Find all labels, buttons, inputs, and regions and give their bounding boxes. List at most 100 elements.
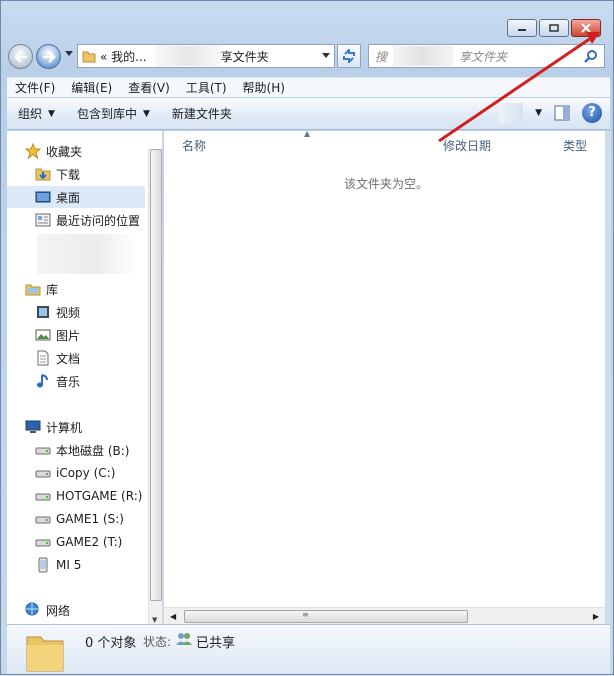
menu-help[interactable]: 帮助(H) [235, 78, 293, 98]
close-icon [581, 23, 591, 33]
redacted-search-text [393, 46, 454, 66]
sidebar-item-drive-t[interactable]: GAME2 (T:) [35, 531, 122, 553]
menu-view[interactable]: 查看(V) [120, 78, 178, 98]
address-dropdown-icon[interactable] [322, 53, 330, 59]
recent-places-icon [35, 212, 51, 228]
chevron-down-icon: ▼ [142, 108, 150, 119]
document-icon [35, 350, 51, 366]
view-dropdown-icon[interactable]: ▼ [535, 108, 542, 118]
maximize-button[interactable] [539, 19, 569, 37]
sidebar-item-documents[interactable]: 文档 [35, 347, 80, 369]
sidebar-item-label: 本地磁盘 (B:) [56, 443, 130, 458]
sidebar-item-phone[interactable]: MI 5 [35, 554, 81, 576]
breadcrumb-current[interactable]: 享文件夹 [221, 48, 269, 65]
scroll-left-arrow-icon[interactable]: ◀ [170, 612, 176, 621]
drive-icon [35, 511, 51, 527]
video-icon [35, 304, 51, 320]
history-dropdown-icon[interactable] [65, 51, 73, 57]
sidebar-item-pictures[interactable]: 图片 [35, 324, 80, 346]
sidebar-libraries[interactable]: 库 [25, 278, 58, 300]
column-header-name[interactable]: 名称 [182, 137, 206, 154]
sidebar-network[interactable]: 网络 [25, 599, 70, 621]
details-pane: 0 个对象 状态: 已共享 [7, 624, 610, 674]
horizontal-scroll-thumb[interactable] [184, 610, 468, 623]
sidebar-computer[interactable]: 计算机 [25, 416, 82, 438]
menu-file[interactable]: 文件(F) [7, 78, 63, 98]
sidebar-item-drive-r[interactable]: HOTGAME (R:) [35, 485, 142, 507]
state-label: 状态: [143, 635, 172, 649]
search-placeholder-end: 享文件夹 [459, 49, 508, 64]
scroll-down-arrow-icon[interactable]: ▼ [152, 616, 157, 624]
sidebar-scrollbar[interactable]: ▼ [148, 149, 162, 626]
include-in-library-label: 包含到库中 [76, 107, 137, 121]
column-header-modified[interactable]: 修改日期 [443, 137, 491, 154]
sidebar-item-videos[interactable]: 视频 [35, 301, 80, 323]
sidebar-item-drive-c[interactable]: iCopy (C:) [35, 462, 115, 484]
search-icon[interactable] [584, 49, 598, 63]
download-folder-icon [35, 166, 51, 182]
refresh-button[interactable] [337, 44, 361, 68]
sidebar-item-drive-b[interactable]: 本地磁盘 (B:) [35, 439, 129, 461]
sidebar-item-label: 图片 [56, 328, 81, 343]
object-count: 0 个对象 [85, 636, 137, 651]
maximize-icon [549, 24, 559, 32]
forward-button[interactable] [36, 44, 61, 69]
computer-icon [25, 419, 41, 435]
close-button[interactable] [571, 19, 601, 37]
menu-bar: 文件(F) 编辑(E) 查看(V) 工具(T) 帮助(H) [7, 77, 610, 97]
organize-button[interactable]: 组织 ▼ [7, 98, 66, 130]
forward-arrow-icon [42, 50, 56, 63]
search-box[interactable]: 搜 享文件夹 [368, 44, 605, 68]
sidebar-item-label: GAME1 (S:) [56, 512, 124, 526]
explorer-window: « 我的... 享文件夹 搜 享文件夹 文件(F) 编辑(E) 查看(V) 工具… [0, 0, 614, 675]
sidebar-item-recent[interactable]: 最近访问的位置 [35, 209, 140, 231]
sidebar-libraries-label: 库 [46, 282, 59, 297]
address-bar[interactable]: « 我的... 享文件夹 [77, 44, 335, 68]
desktop-icon [35, 189, 51, 205]
change-view-button[interactable] [499, 103, 524, 123]
navigation-pane: 收藏夹 下载 桌面 最近访问的位置 库 视频 图片 文档 音乐 计算机 本地磁盘… [7, 131, 163, 626]
back-arrow-icon [13, 50, 27, 63]
sidebar-computer-label: 计算机 [46, 420, 83, 435]
sidebar-item-label: 文档 [56, 351, 81, 366]
redacted-breadcrumb [154, 46, 221, 66]
horizontal-scrollbar[interactable]: ◀ ≡ ▶ [164, 607, 605, 624]
drive-icon [35, 465, 51, 481]
sidebar-item-desktop[interactable]: 桌面 [7, 186, 145, 208]
refresh-icon [343, 49, 355, 63]
shared-users-icon [176, 633, 192, 645]
back-button[interactable] [8, 44, 33, 69]
sidebar-favorites[interactable]: 收藏夹 [25, 140, 82, 162]
library-icon [25, 281, 41, 297]
preview-pane-icon[interactable] [554, 105, 570, 121]
sidebar-item-label: GAME2 (T:) [56, 535, 123, 549]
sidebar-item-label: MI 5 [56, 558, 82, 572]
sidebar-item-drive-s[interactable]: GAME1 (S:) [35, 508, 124, 530]
drive-icon [35, 442, 51, 458]
chevron-down-icon: ▼ [48, 108, 55, 119]
menu-edit[interactable]: 编辑(E) [63, 78, 120, 98]
scroll-right-arrow-icon[interactable]: ▶ [593, 612, 599, 621]
folder-icon [82, 51, 96, 63]
include-in-library-button[interactable]: 包含到库中 ▼ [66, 98, 161, 130]
menu-tools[interactable]: 工具(T) [178, 78, 235, 98]
redacted-sidebar-item [37, 234, 137, 274]
column-header-type[interactable]: 类型 [563, 137, 587, 154]
sidebar-item-label: 下载 [56, 167, 81, 182]
breadcrumb-parent[interactable]: « 我的... [100, 48, 147, 65]
sidebar-item-music[interactable]: 音乐 [35, 370, 80, 392]
column-headers: ▲ 名称 修改日期 类型 [164, 129, 605, 157]
command-bar-right: ▼ ? [499, 103, 602, 123]
empty-folder-message: 该文件夹为空。 [344, 177, 429, 191]
help-icon[interactable]: ? [582, 103, 602, 123]
sidebar-scroll-thumb[interactable] [150, 149, 162, 601]
search-placeholder-start: 搜 [375, 49, 388, 64]
new-folder-label: 新建文件夹 [171, 107, 232, 121]
file-list-pane[interactable]: ▲ 名称 修改日期 类型 该文件夹为空。 ◀ ≡ ▶ [164, 129, 605, 624]
drive-icon [35, 534, 51, 550]
new-folder-button[interactable]: 新建文件夹 [161, 98, 243, 130]
sort-arrow-icon: ▲ [304, 129, 311, 138]
minimize-button[interactable] [507, 19, 537, 37]
sidebar-item-downloads[interactable]: 下载 [35, 163, 80, 185]
network-icon [25, 602, 41, 618]
